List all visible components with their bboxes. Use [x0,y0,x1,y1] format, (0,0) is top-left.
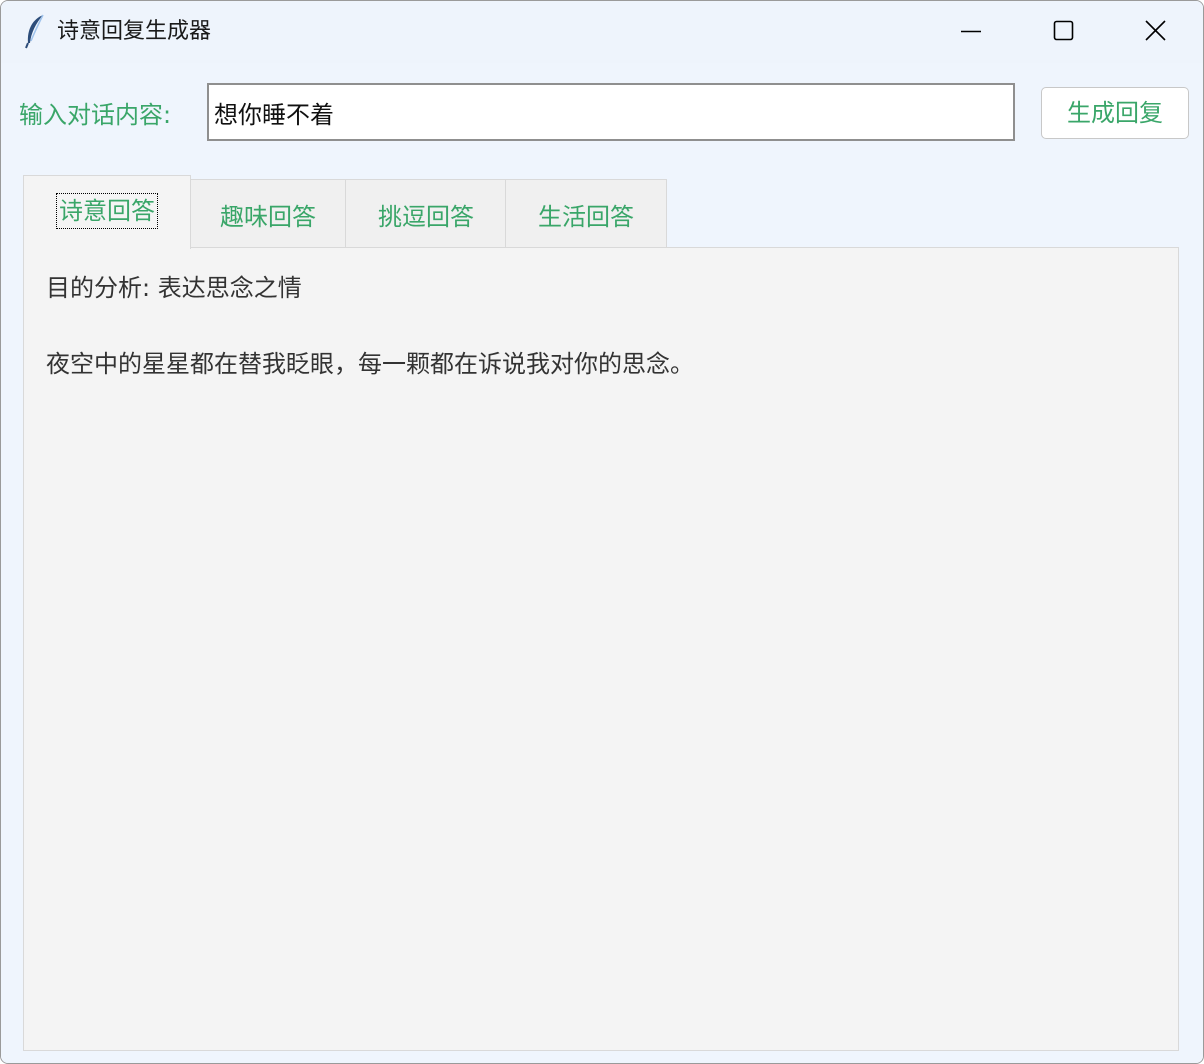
generate-reply-button[interactable]: 生成回复 [1041,87,1189,139]
title-bar[interactable]: 诗意回复生成器 [1,1,1203,63]
purpose-analysis: 目的分析: 表达思念之情 [46,274,302,302]
close-button[interactable] [1109,1,1201,63]
tab-label: 挑逗回答 [378,203,474,231]
input-label: 输入对话内容: [19,101,172,129]
reply-panel: 目的分析: 表达思念之情 夜空中的星星都在替我眨眼，每一颗都在诉说我对你的思念。 [23,247,1179,1051]
maximize-button[interactable] [1017,1,1109,63]
tab-flirty[interactable]: 挑逗回答 [345,179,507,247]
app-window: 诗意回复生成器 输入对话内容: 生成回复 诗意回答 趣味回答 [0,0,1204,1064]
minimize-button[interactable] [925,1,1017,63]
dialogue-input[interactable] [207,83,1015,141]
tab-label: 趣味回答 [220,203,316,231]
tab-life[interactable]: 生活回答 [505,179,667,247]
tab-label: 诗意回答 [56,193,158,229]
maximize-icon [1053,20,1074,41]
reply-text: 夜空中的星星都在替我眨眼，每一颗都在诉说我对你的思念。 [46,350,694,378]
main-content: 输入对话内容: 生成回复 诗意回答 趣味回答 挑逗回答 生活回答 目的分析: 表… [1,63,1203,1063]
window-title: 诗意回复生成器 [57,19,212,44]
tab-fun[interactable]: 趣味回答 [189,179,347,247]
tab-label: 生活回答 [538,203,634,231]
tab-poetic[interactable]: 诗意回答 [23,175,191,249]
close-icon [1145,20,1166,41]
minimize-icon [961,30,981,33]
feather-icon [23,13,47,49]
